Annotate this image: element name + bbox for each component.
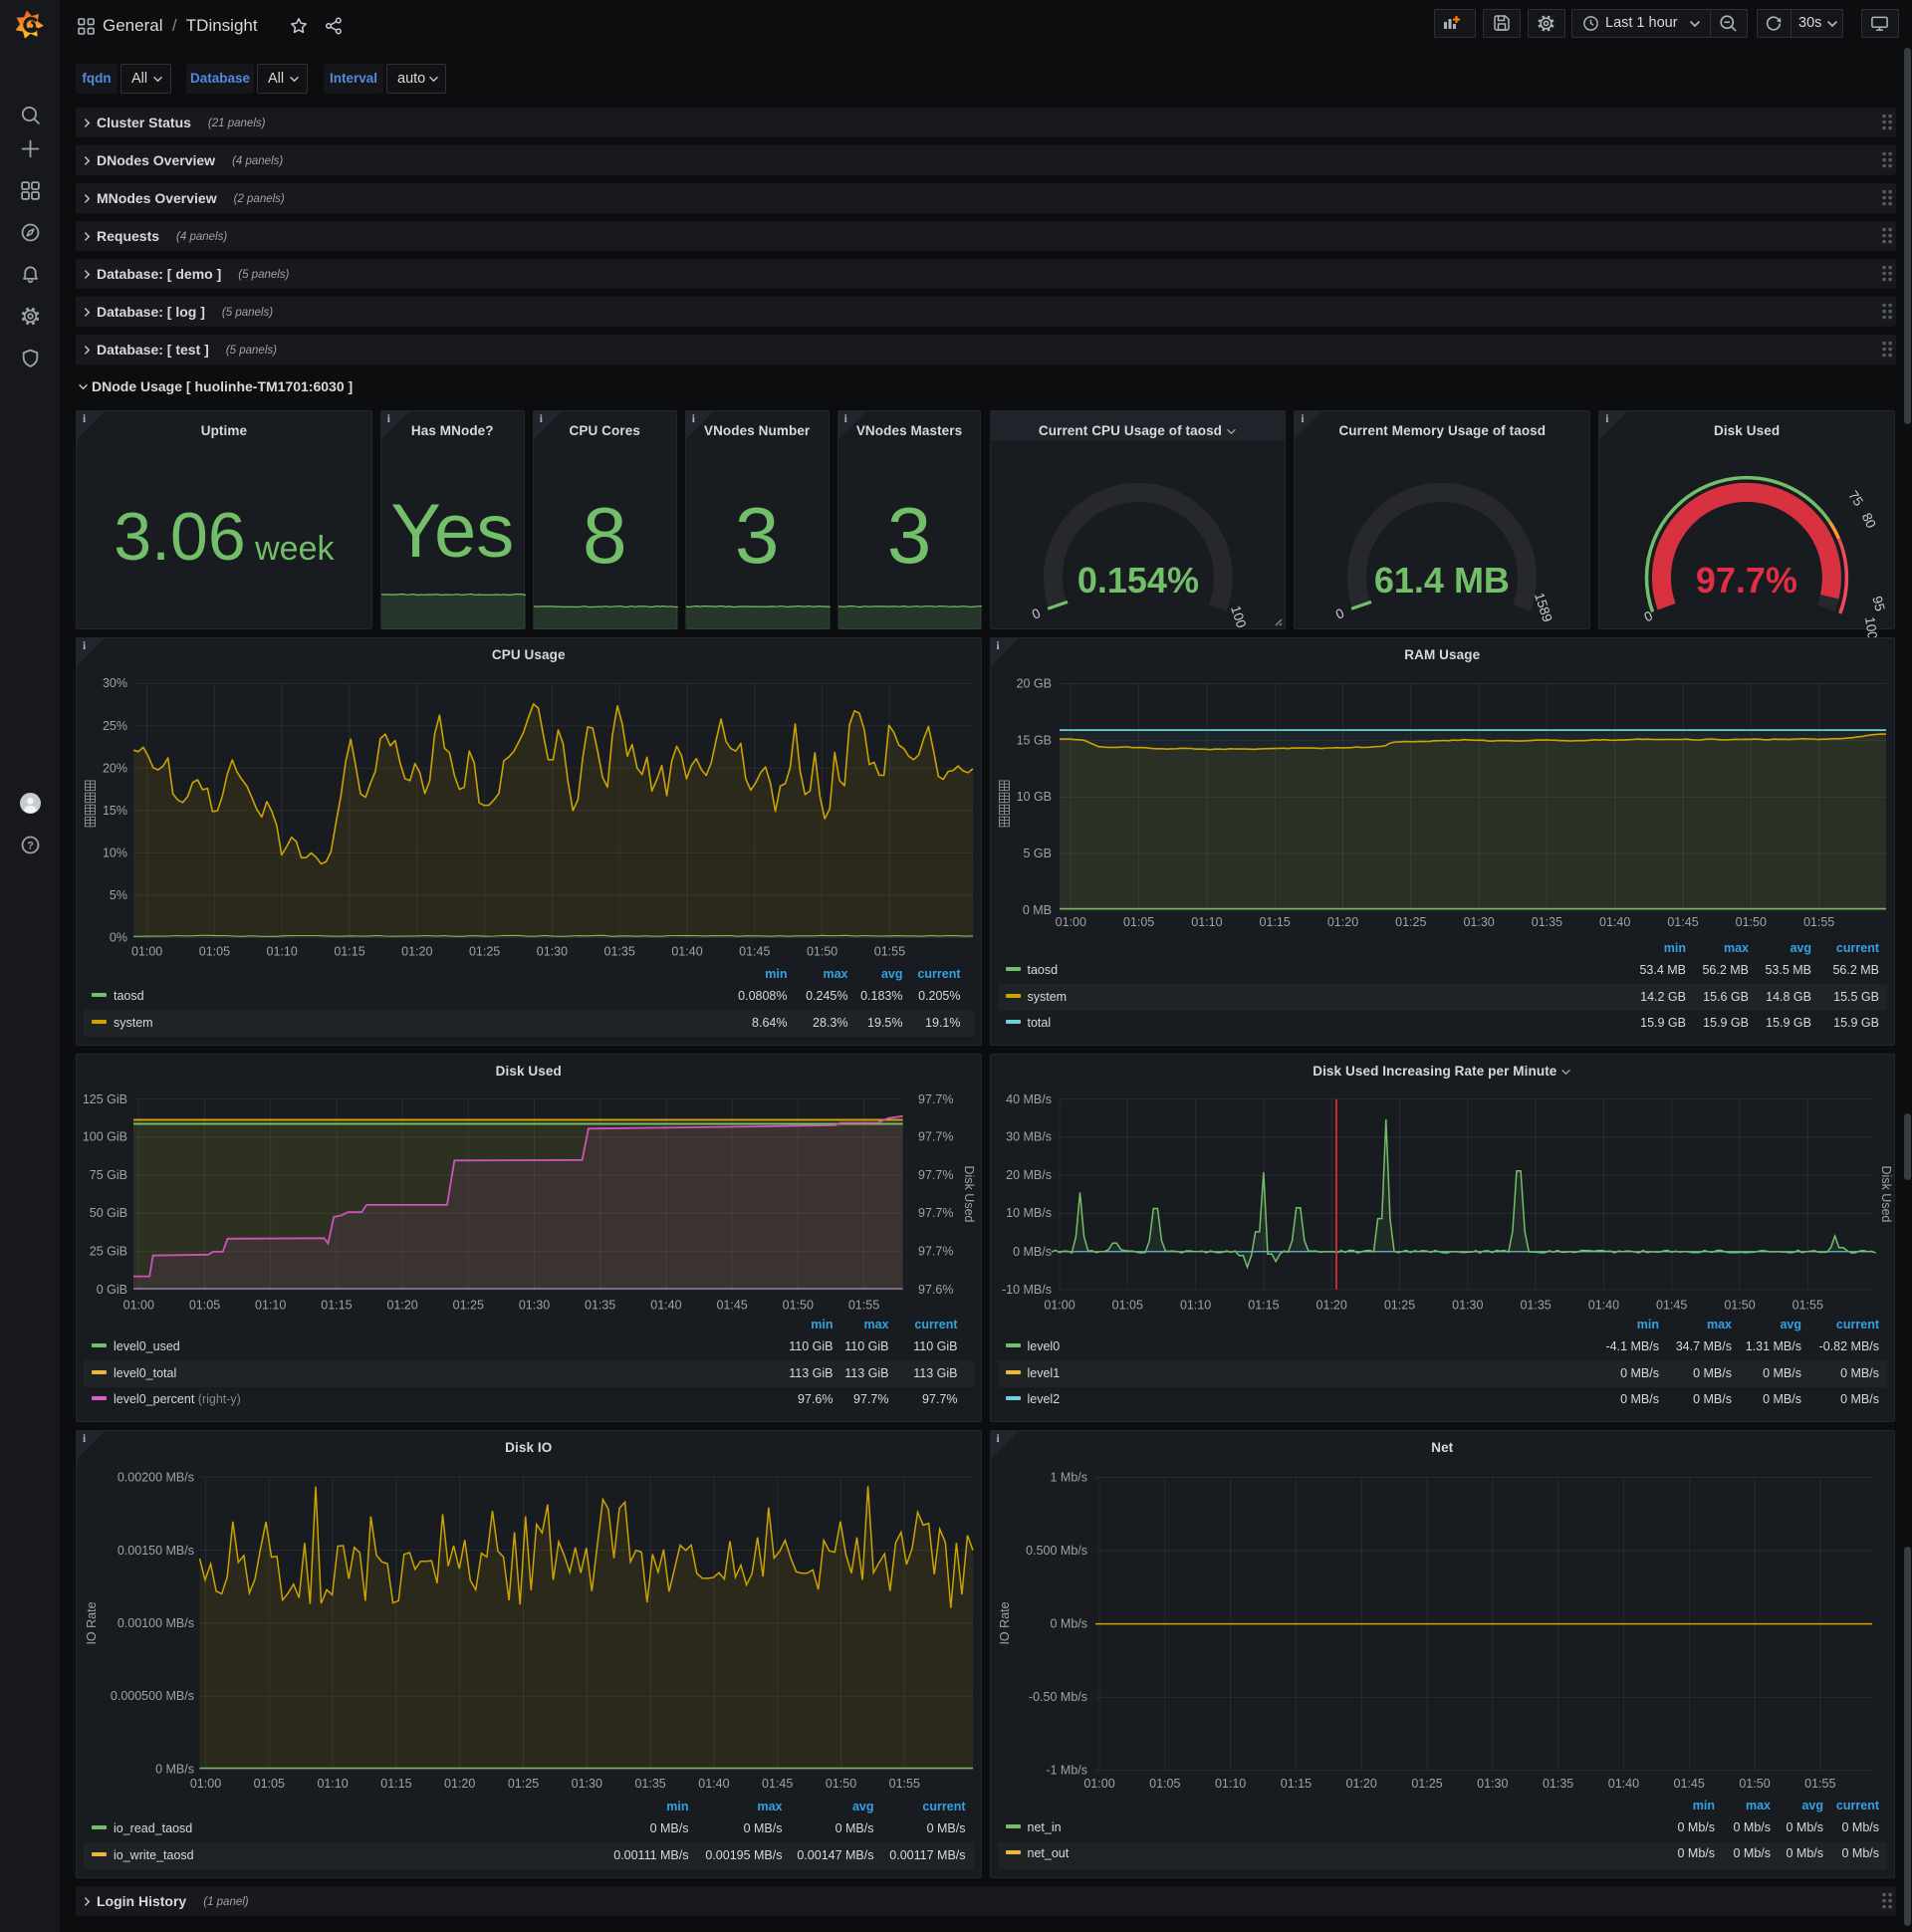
svg-text:01:50: 01:50 bbox=[1739, 1777, 1770, 1791]
svg-text:01:45: 01:45 bbox=[1674, 1777, 1705, 1791]
svg-text:01:40: 01:40 bbox=[1608, 1777, 1639, 1791]
svg-text:IO Rate: IO Rate bbox=[998, 1601, 1012, 1644]
svg-text:-0.50 Mb/s: -0.50 Mb/s bbox=[1029, 1690, 1087, 1704]
svg-text:01:10: 01:10 bbox=[1215, 1777, 1246, 1791]
svg-text:01:05: 01:05 bbox=[1149, 1777, 1180, 1791]
svg-text:0.500 Mb/s: 0.500 Mb/s bbox=[1026, 1544, 1087, 1558]
svg-text:1 Mb/s: 1 Mb/s bbox=[1050, 1471, 1087, 1485]
svg-text:-1 Mb/s: -1 Mb/s bbox=[1046, 1764, 1087, 1778]
svg-text:01:00: 01:00 bbox=[1083, 1777, 1114, 1791]
svg-text:01:30: 01:30 bbox=[1477, 1777, 1508, 1791]
svg-text:0 Mb/s: 0 Mb/s bbox=[1050, 1617, 1087, 1631]
svg-text:01:15: 01:15 bbox=[1281, 1777, 1312, 1791]
svg-text:01:55: 01:55 bbox=[1804, 1777, 1835, 1791]
svg-text:01:25: 01:25 bbox=[1411, 1777, 1442, 1791]
svg-text:01:35: 01:35 bbox=[1543, 1777, 1573, 1791]
svg-text:01:20: 01:20 bbox=[1346, 1777, 1377, 1791]
